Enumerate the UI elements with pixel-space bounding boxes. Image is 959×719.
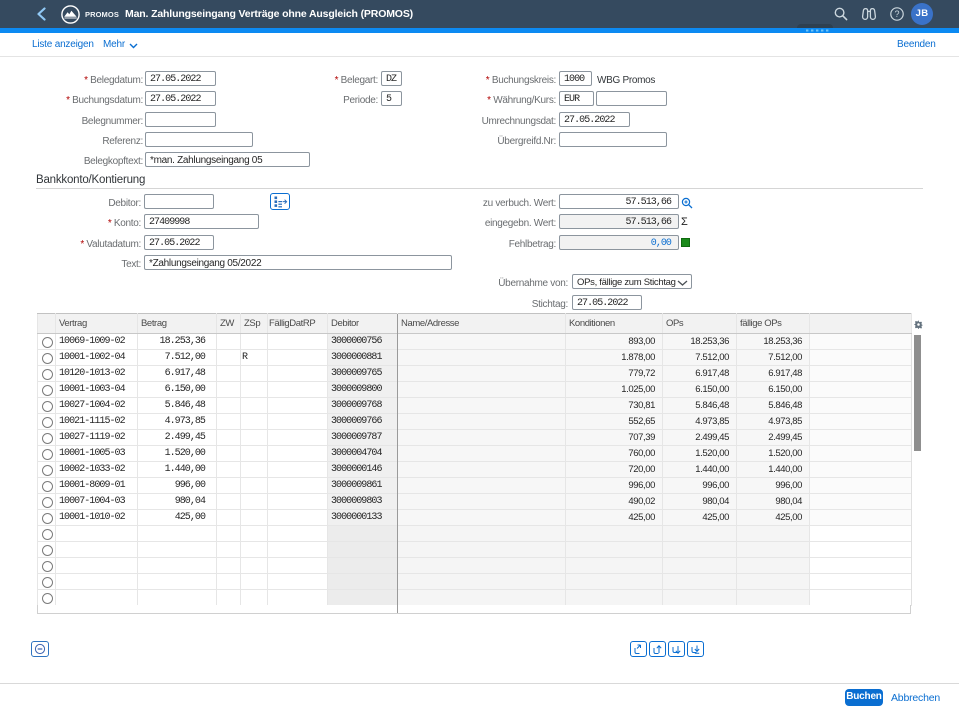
svg-text:?: ? <box>894 9 899 19</box>
